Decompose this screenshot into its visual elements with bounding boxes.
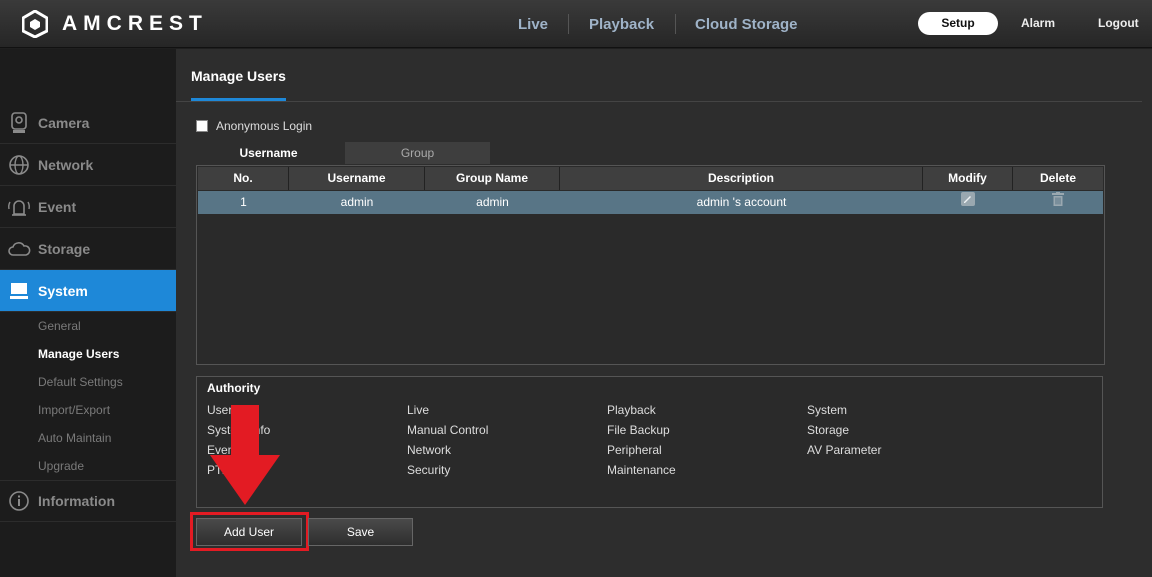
- table-row[interactable]: 1 admin admin admin 's account: [198, 191, 1103, 214]
- cell-group-name: admin: [476, 195, 509, 209]
- sidebar-subitem-manage-users[interactable]: Manage Users: [38, 347, 119, 361]
- globe-icon: [0, 154, 38, 176]
- nav-divider: [568, 14, 569, 34]
- sidebar-subitem-upgrade[interactable]: Upgrade: [38, 459, 84, 473]
- alarm-link[interactable]: Alarm: [1021, 16, 1055, 30]
- authority-item-peripheral: Peripheral: [607, 443, 662, 457]
- delete-cell: [1013, 191, 1103, 214]
- title-divider: [176, 101, 1142, 102]
- sidebar-subitem-default-settings[interactable]: Default Settings: [38, 375, 123, 389]
- top-header: AMCREST Live Playback Cloud Storage Setu…: [0, 0, 1152, 48]
- nav-playback[interactable]: Playback: [589, 0, 654, 48]
- cell-no: 1: [240, 195, 247, 209]
- sidebar-item-camera[interactable]: Camera: [0, 102, 176, 144]
- authority-item-storage: Storage: [807, 423, 850, 437]
- add-user-button[interactable]: Add User: [196, 518, 302, 546]
- authority-item-av-parameter: AV Parameter: [807, 443, 882, 457]
- sidebar-item-label: Network: [38, 156, 94, 173]
- modify-cell: [923, 191, 1013, 214]
- authority-item-maintenance: Maintenance: [607, 463, 676, 477]
- sidebar-item-label: Information: [38, 493, 115, 509]
- anonymous-login-option[interactable]: Anonymous Login: [196, 119, 312, 133]
- authority-item-live: Live: [407, 403, 430, 417]
- column-header-delete: Delete: [1013, 167, 1103, 190]
- brand-logo[interactable]: AMCREST: [22, 10, 208, 38]
- authority-item-manual-control: Manual Control: [407, 423, 489, 437]
- authority-title: Authority: [207, 381, 261, 395]
- sidebar-item-label: Event: [38, 198, 77, 215]
- authority-panel: Authority User Live Playback System Syst…: [196, 376, 1103, 508]
- sidebar-subitem-import-export[interactable]: Import/Export: [38, 403, 110, 417]
- alarm-icon: [0, 196, 38, 218]
- sidebar-item-event[interactable]: Event: [0, 186, 176, 228]
- authority-item-playback: Playback: [607, 403, 656, 417]
- cloud-icon: [0, 240, 38, 258]
- sidebar-item-label: Camera: [38, 114, 90, 131]
- edit-icon[interactable]: [961, 191, 975, 214]
- cell-username: admin: [340, 195, 374, 209]
- nav-live[interactable]: Live: [518, 0, 548, 48]
- table-header: No. Username Group Name Description Modi…: [198, 167, 1103, 190]
- sidebar-item-information[interactable]: Information: [0, 480, 176, 522]
- sidebar-subitem-auto-maintain[interactable]: Auto Maintain: [38, 431, 111, 445]
- setup-button[interactable]: Setup: [918, 12, 998, 35]
- brand-name: AMCREST: [62, 12, 208, 35]
- tab-username[interactable]: Username: [216, 142, 321, 164]
- monitor-icon: [0, 282, 38, 300]
- authority-item-security: Security: [407, 463, 451, 477]
- authority-item-network: Network: [407, 443, 452, 457]
- authority-item-system: System: [807, 403, 848, 417]
- tab-group[interactable]: Group: [345, 142, 490, 164]
- sidebar-subitem-general[interactable]: General: [38, 319, 81, 333]
- nav-divider: [675, 14, 676, 34]
- column-header-modify: Modify: [923, 167, 1013, 190]
- save-button[interactable]: Save: [308, 518, 413, 546]
- sidebar-item-label: Storage: [38, 240, 91, 257]
- anonymous-login-label: Anonymous Login: [216, 119, 313, 133]
- anonymous-login-checkbox[interactable]: [196, 120, 208, 132]
- page-title: Manage Users: [191, 68, 286, 84]
- nav-cloud-storage[interactable]: Cloud Storage: [695, 0, 798, 48]
- amcrest-logo-icon: [22, 10, 48, 38]
- sidebar-item-label: System: [38, 282, 88, 299]
- sidebar-item-network[interactable]: Network: [0, 144, 176, 186]
- column-header-no: No.: [198, 167, 289, 190]
- sidebar-item-system[interactable]: System: [0, 270, 185, 312]
- authority-item-file-backup: File Backup: [607, 423, 670, 437]
- annotation-arrow-icon: [210, 405, 280, 505]
- column-header-description: Description: [560, 167, 923, 190]
- trash-icon[interactable]: [1052, 191, 1064, 214]
- sidebar: Camera Network Event Storage System Gene…: [0, 49, 185, 577]
- column-header-group-name: Group Name: [425, 167, 560, 190]
- sidebar-item-storage[interactable]: Storage: [0, 228, 176, 270]
- logout-link[interactable]: Logout: [1098, 16, 1139, 30]
- app-root: AMCREST Live Playback Cloud Storage Setu…: [0, 0, 1152, 577]
- cell-description: admin 's account: [696, 195, 787, 209]
- main-content: Manage Users Anonymous Login Username Gr…: [176, 49, 1152, 577]
- camera-icon: [0, 111, 38, 134]
- column-header-username: Username: [289, 167, 425, 190]
- users-table: No. Username Group Name Description Modi…: [196, 165, 1105, 365]
- info-icon: [0, 490, 38, 512]
